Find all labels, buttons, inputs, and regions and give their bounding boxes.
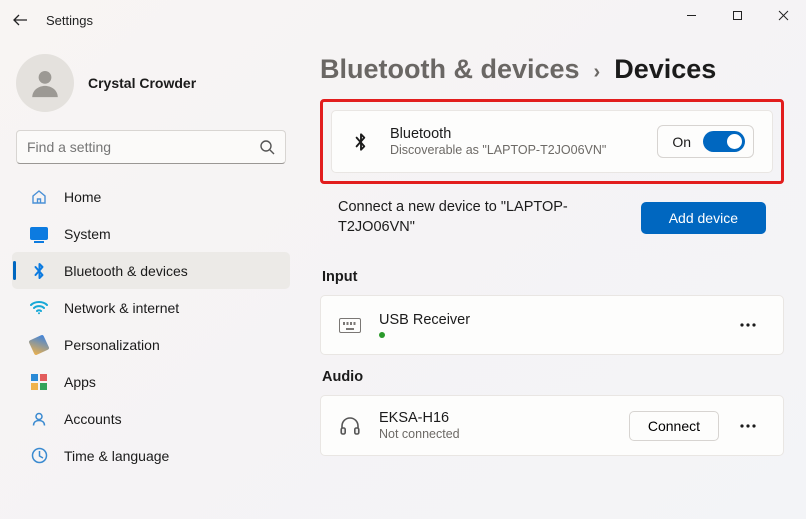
audio-device-body: EKSA-H16 Not connected — [379, 410, 611, 441]
home-icon — [30, 188, 48, 206]
accounts-icon — [30, 410, 48, 428]
headphones-icon — [339, 415, 361, 437]
chevron-right-icon: › — [594, 61, 601, 84]
section-heading-audio: Audio — [322, 369, 784, 385]
content-area: Bluetooth & devices › Devices Bluetooth … — [300, 40, 806, 519]
section-heading-input: Input — [322, 269, 784, 285]
input-device-card[interactable]: USB Receiver — [320, 295, 784, 355]
bluetooth-card: Bluetooth Discoverable as "LAPTOP-T2JO06… — [331, 110, 773, 173]
avatar — [16, 54, 74, 112]
minimize-button[interactable] — [668, 0, 714, 30]
nav-item-apps[interactable]: Apps — [12, 363, 290, 400]
nav-label: Personalization — [64, 337, 160, 353]
nav-item-network[interactable]: Network & internet — [12, 289, 290, 326]
arrow-left-icon — [12, 12, 28, 28]
maximize-icon — [732, 10, 743, 21]
person-icon — [28, 66, 62, 100]
ellipsis-icon — [740, 323, 756, 327]
input-device-title: USB Receiver — [379, 312, 713, 328]
input-device-body: USB Receiver — [379, 312, 713, 338]
audio-device-card[interactable]: EKSA-H16 Not connected Connect — [320, 395, 784, 456]
nav-label: Apps — [64, 374, 96, 390]
nav-item-personalization[interactable]: Personalization — [12, 326, 290, 363]
bluetooth-card-body: Bluetooth Discoverable as "LAPTOP-T2JO06… — [390, 126, 639, 157]
search-icon — [259, 139, 275, 155]
add-device-button[interactable]: Add device — [641, 202, 766, 234]
bluetooth-title: Bluetooth — [390, 126, 639, 142]
nav-list: Home System Bluetooth & devices Network … — [12, 178, 290, 474]
breadcrumb-current: Devices — [614, 54, 716, 85]
profile-name: Crystal Crowder — [88, 75, 196, 91]
nav-item-home[interactable]: Home — [12, 178, 290, 215]
nav-label: Time & language — [64, 448, 169, 464]
personalization-icon — [30, 336, 48, 354]
system-icon — [30, 225, 48, 243]
time-language-icon — [30, 447, 48, 465]
connect-button[interactable]: Connect — [629, 411, 719, 441]
bluetooth-subtitle: Discoverable as "LAPTOP-T2JO06VN" — [390, 143, 639, 157]
close-icon — [778, 10, 789, 21]
bluetooth-highlight-box: Bluetooth Discoverable as "LAPTOP-T2JO06… — [320, 99, 784, 184]
titlebar: Settings — [0, 0, 806, 40]
nav-item-time-language[interactable]: Time & language — [12, 437, 290, 474]
keyboard-icon — [339, 314, 361, 336]
nav-label: System — [64, 226, 111, 242]
sidebar: Crystal Crowder Home System Bluetooth — [0, 40, 300, 519]
bluetooth-toggle[interactable]: On — [657, 125, 754, 158]
maximize-button[interactable] — [714, 0, 760, 30]
profile-block[interactable]: Crystal Crowder — [16, 54, 286, 112]
search-box[interactable] — [16, 130, 286, 164]
search-input[interactable] — [27, 139, 259, 155]
status-dot-connected-icon — [379, 332, 385, 338]
nav-label: Bluetooth & devices — [64, 263, 188, 279]
add-device-row: Connect a new device to "LAPTOP-T2JO06VN… — [320, 188, 784, 255]
breadcrumb-parent[interactable]: Bluetooth & devices — [320, 54, 580, 85]
nav-item-accounts[interactable]: Accounts — [12, 400, 290, 437]
nav-item-system[interactable]: System — [12, 215, 290, 252]
nav-label: Home — [64, 189, 101, 205]
nav-item-bluetooth-devices[interactable]: Bluetooth & devices — [12, 252, 290, 289]
nav-label: Network & internet — [64, 300, 179, 316]
nav-label: Accounts — [64, 411, 122, 427]
breadcrumb: Bluetooth & devices › Devices — [320, 54, 784, 85]
toggle-label: On — [672, 134, 691, 150]
add-device-text: Connect a new device to "LAPTOP-T2JO06VN… — [338, 198, 623, 237]
back-button[interactable] — [0, 0, 40, 40]
bluetooth-icon — [30, 262, 48, 280]
ellipsis-icon — [740, 424, 756, 428]
more-button[interactable] — [731, 310, 765, 340]
toggle-switch-on-icon — [703, 131, 745, 152]
window-controls — [668, 0, 806, 32]
apps-icon — [30, 373, 48, 391]
audio-device-title: EKSA-H16 — [379, 410, 611, 426]
wifi-icon — [30, 299, 48, 317]
app-title: Settings — [46, 13, 93, 28]
more-button[interactable] — [731, 411, 765, 441]
close-button[interactable] — [760, 0, 806, 30]
minimize-icon — [686, 10, 697, 21]
audio-device-status: Not connected — [379, 427, 611, 441]
bluetooth-icon — [350, 131, 372, 153]
